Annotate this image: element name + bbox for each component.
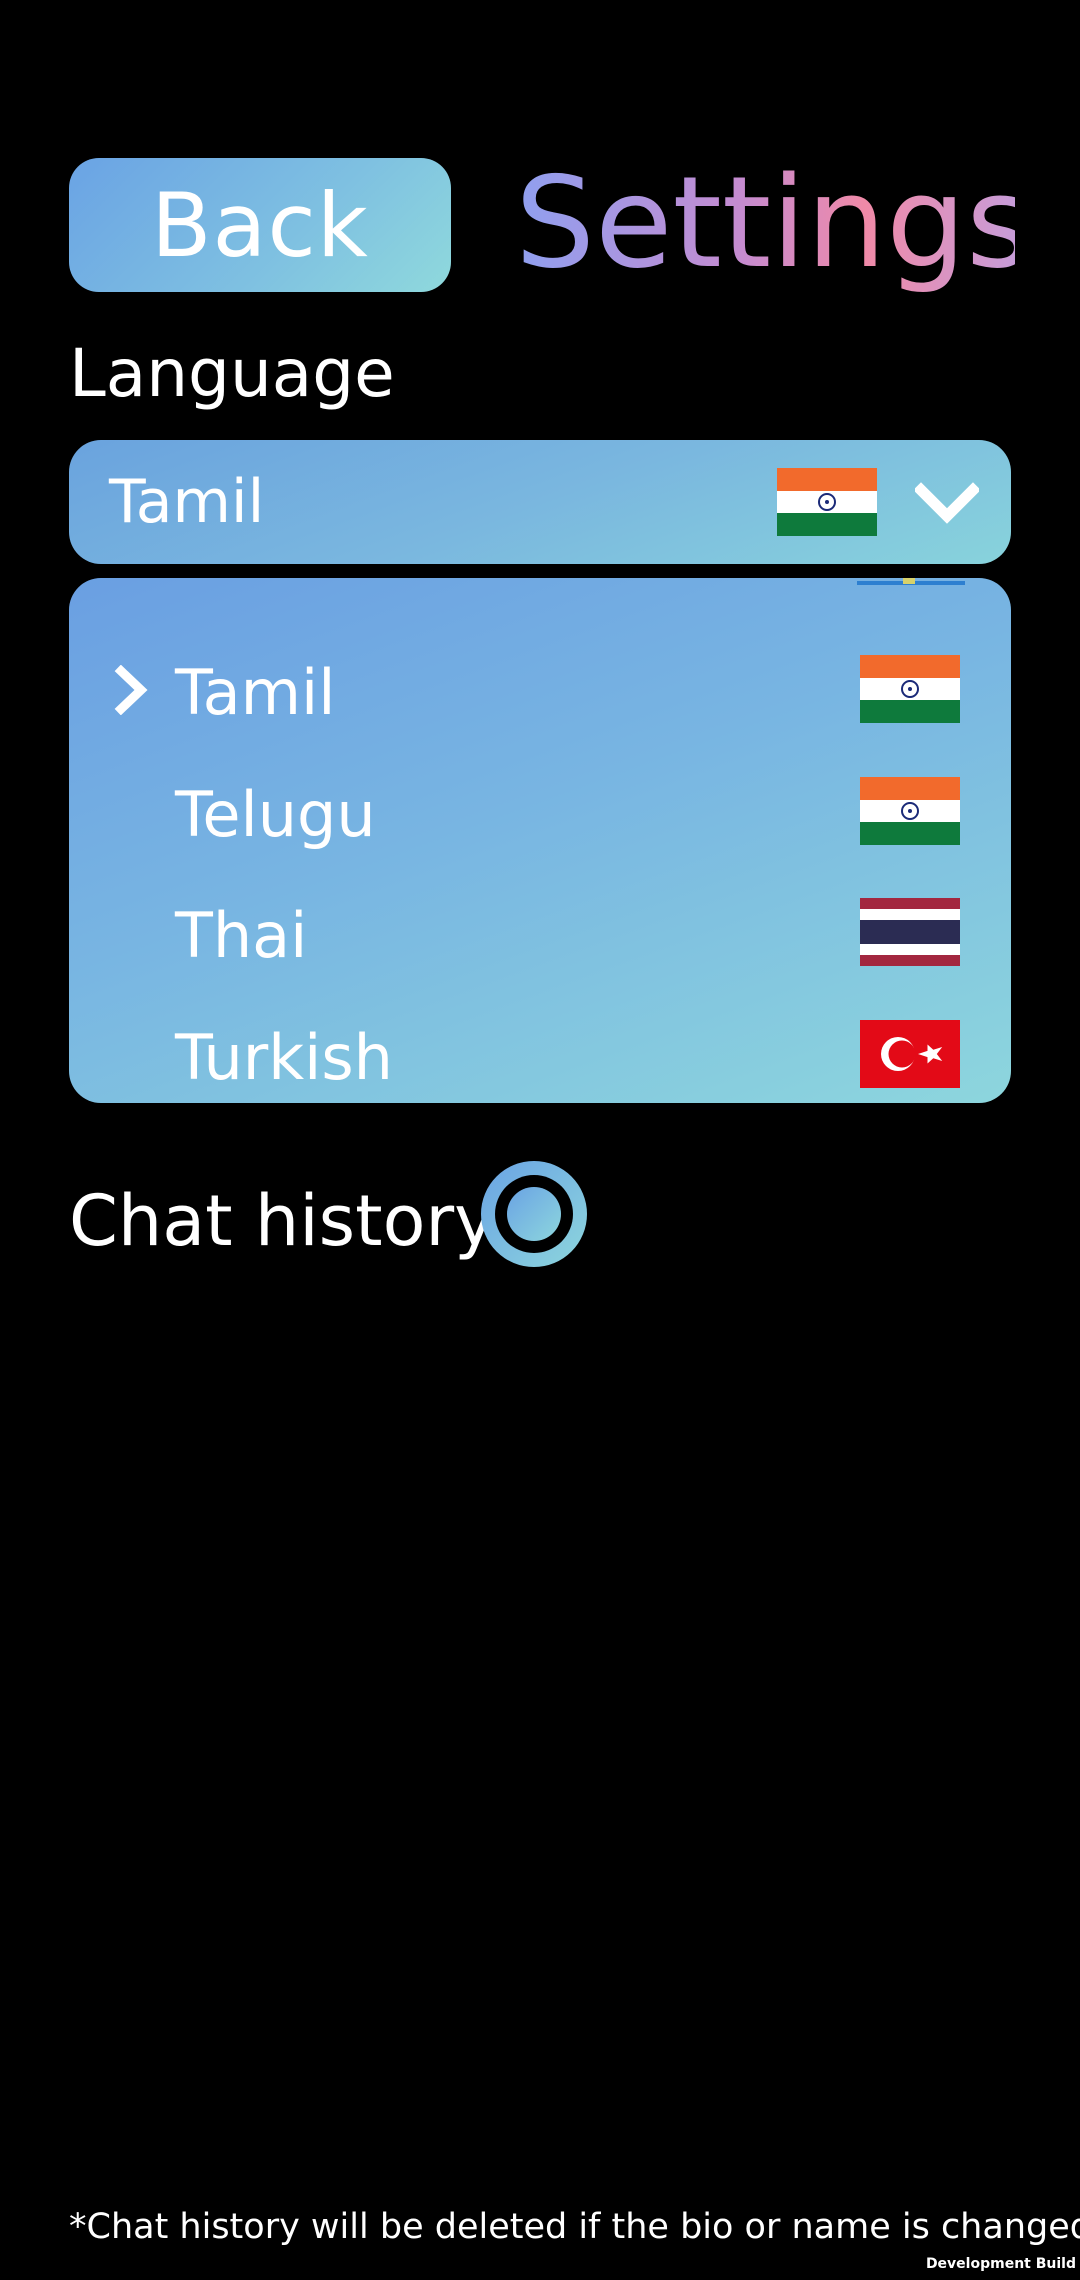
language-option-label: Turkish — [175, 1021, 393, 1094]
india-flag-icon — [860, 777, 960, 845]
thailand-flag-icon — [860, 898, 960, 966]
language-option-thai[interactable]: Thai — [69, 878, 1011, 988]
chat-history-toggle[interactable] — [478, 1158, 590, 1270]
scroll-indicator — [857, 578, 965, 585]
language-option-turkish[interactable]: Turkish — [69, 1000, 1011, 1103]
language-dropdown[interactable]: Tamil — [69, 440, 1011, 564]
india-flag-icon — [777, 468, 877, 536]
chat-history-footnote: *Chat history will be deleted if the bio… — [69, 2207, 1080, 2247]
language-options-list[interactable]: Tamil Telugu Thai Turkish — [69, 578, 1011, 1103]
language-option-label: Telugu — [175, 778, 376, 851]
chat-history-label: Chat history — [69, 1180, 496, 1262]
chevron-right-icon — [114, 665, 148, 715]
language-selected-value: Tamil — [109, 467, 265, 537]
chevron-down-icon[interactable] — [915, 470, 979, 534]
page-title: Settings — [515, 149, 1032, 296]
language-label: Language — [69, 335, 395, 412]
india-flag-icon — [860, 655, 960, 723]
language-option-label: Thai — [175, 899, 308, 972]
development-build-label: Development Build — [925, 2256, 1076, 2272]
language-option-telugu[interactable]: Telugu — [69, 757, 1011, 867]
language-option-label: Tamil — [175, 656, 336, 729]
turkey-flag-icon — [860, 1020, 960, 1088]
back-button[interactable]: Back — [69, 158, 451, 292]
language-option-tamil[interactable]: Tamil — [69, 635, 1011, 745]
